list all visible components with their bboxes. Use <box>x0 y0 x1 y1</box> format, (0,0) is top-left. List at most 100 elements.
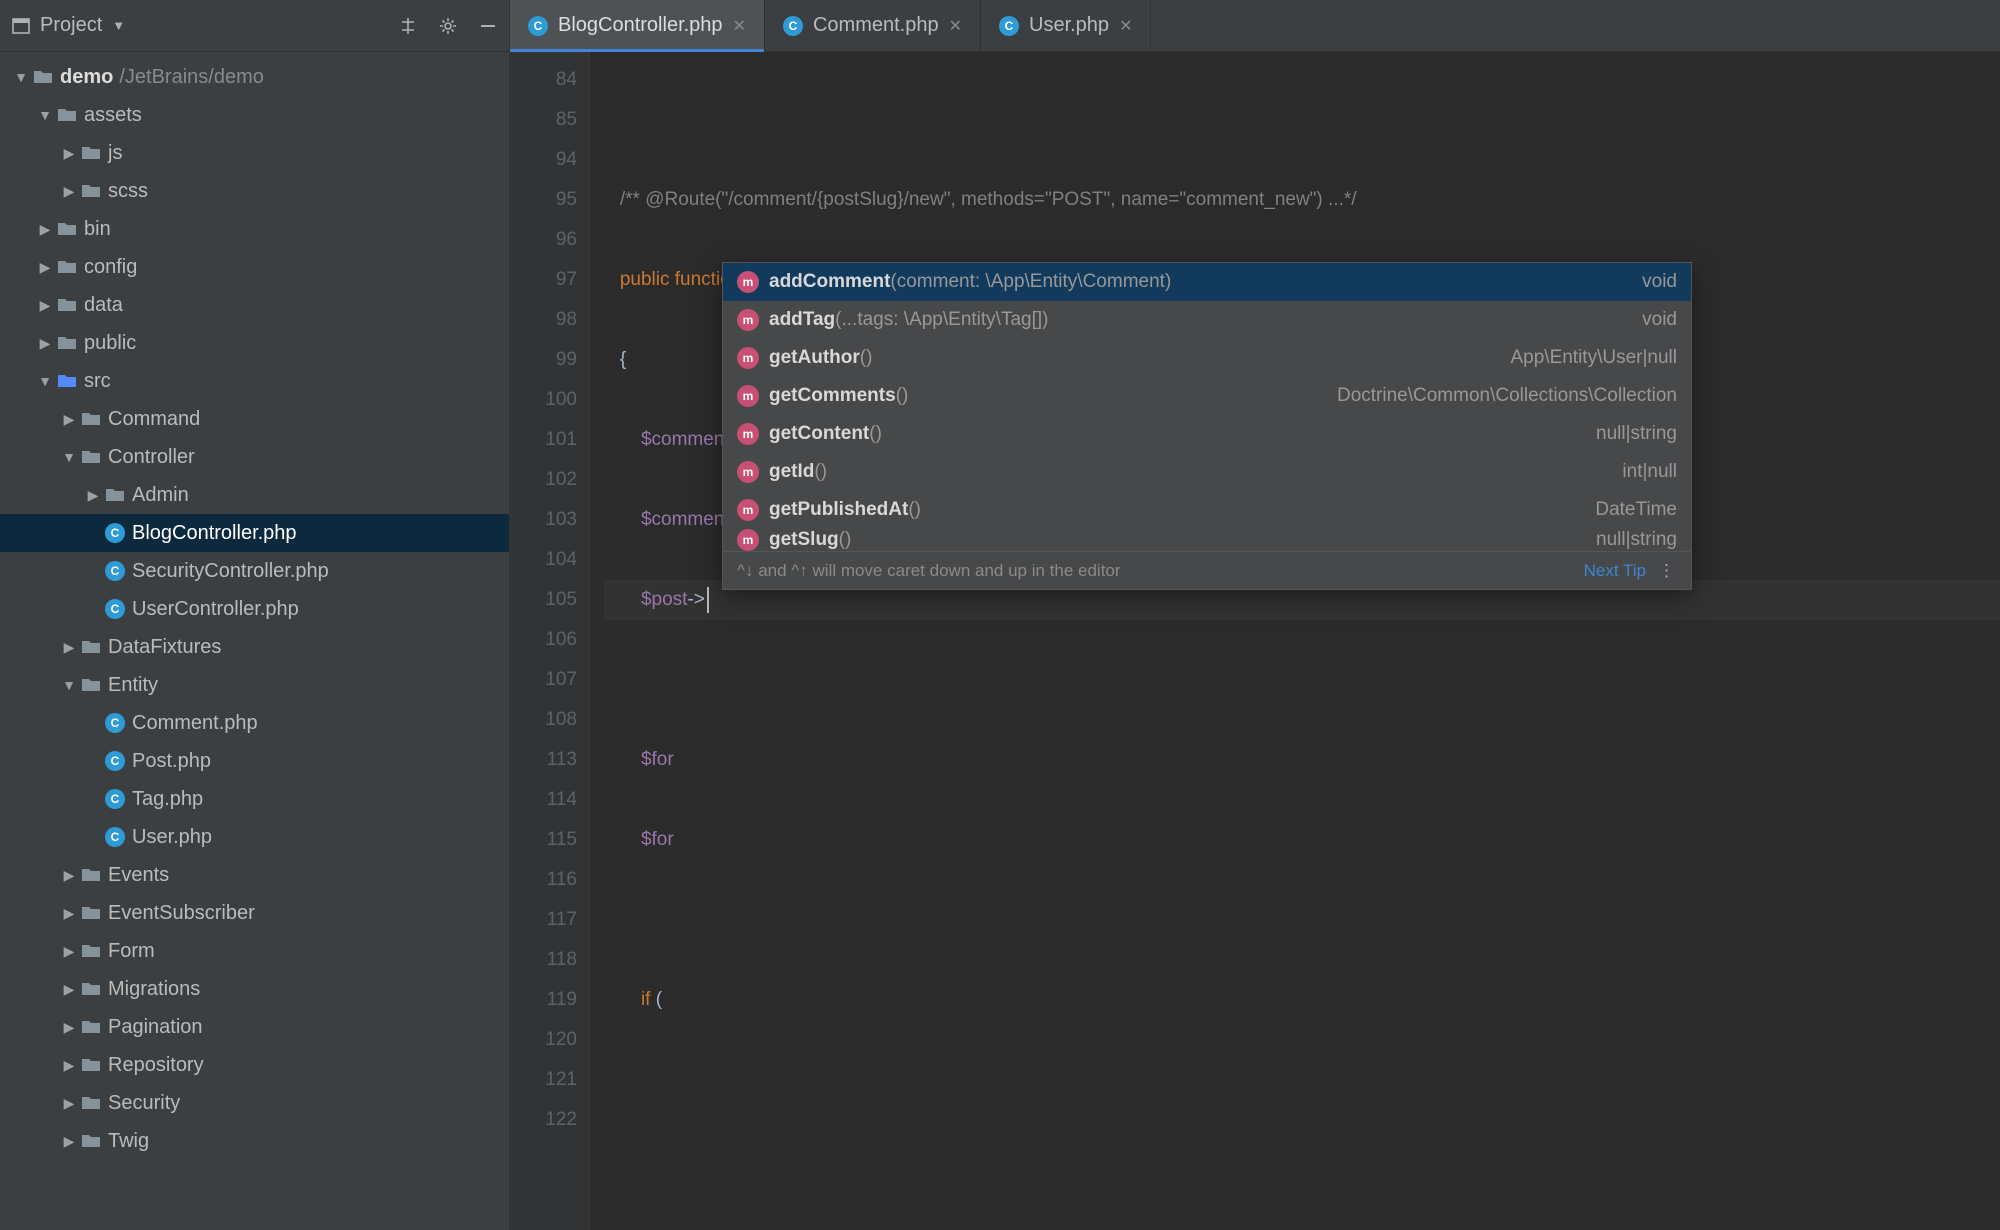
tree-item[interactable]: ▶bin <box>0 210 509 248</box>
folder-icon <box>80 636 102 658</box>
tree-item[interactable]: ▶Security <box>0 1084 509 1122</box>
method-icon: m <box>737 529 759 551</box>
close-icon[interactable]: ✕ <box>733 16 746 36</box>
project-sidebar: Project ▼ ▼ demo /JetBrains/demo ▼ assets… <box>0 0 510 1230</box>
close-icon[interactable]: ✕ <box>949 16 962 36</box>
tree-item[interactable]: ▶data <box>0 286 509 324</box>
completion-item[interactable]: mgetId()int|null <box>723 453 1691 491</box>
completion-item[interactable]: mgetContent()null|string <box>723 415 1691 453</box>
tree-label: js <box>108 142 122 165</box>
tree-item[interactable]: C Comment.php <box>0 704 509 742</box>
expand-arrow-icon[interactable]: ▶ <box>60 1095 78 1112</box>
expand-arrow-icon[interactable]: ▶ <box>36 221 54 238</box>
gutter-line: 84 <box>510 60 577 100</box>
completion-item[interactable]: mgetComments()Doctrine\Common\Collection… <box>723 377 1691 415</box>
editor-tab[interactable]: C BlogController.php ✕ <box>510 0 765 51</box>
tree-item[interactable]: ▼Controller <box>0 438 509 476</box>
tree-item[interactable]: ▶Form <box>0 932 509 970</box>
more-icon[interactable]: ⋮ <box>1658 551 1677 591</box>
expand-arrow-icon[interactable]: ▶ <box>60 411 78 428</box>
tree-item[interactable]: ▶config <box>0 248 509 286</box>
gutter-line: 104 <box>510 540 577 580</box>
tree-item[interactable]: CBlogController.php <box>0 514 509 552</box>
tree-item[interactable]: ▶scss <box>0 172 509 210</box>
expand-arrow-icon[interactable]: ▶ <box>60 943 78 960</box>
expand-arrow-icon[interactable]: ▶ <box>60 145 78 162</box>
tree-item[interactable]: CUser.php <box>0 818 509 856</box>
folder-icon <box>56 370 78 392</box>
gutter-line: 98 <box>510 300 577 340</box>
gear-icon[interactable] <box>435 13 461 39</box>
gutter-line: 107 <box>510 660 577 700</box>
class-icon: C <box>528 16 548 36</box>
tab-label: BlogController.php <box>558 14 723 37</box>
expand-arrow-icon[interactable]: ▶ <box>60 1019 78 1036</box>
hide-icon[interactable] <box>475 13 501 39</box>
expand-arrow-icon[interactable]: ▶ <box>60 639 78 656</box>
collapse-icon[interactable] <box>395 13 421 39</box>
tree-item[interactable]: CUserController.php <box>0 590 509 628</box>
tree-item[interactable]: ▶public <box>0 324 509 362</box>
gutter-line: 116 <box>510 860 577 900</box>
editor-tab[interactable]: CUser.php✕ <box>981 0 1151 51</box>
method-icon: m <box>737 309 759 331</box>
close-icon[interactable]: ✕ <box>1119 16 1132 36</box>
expand-arrow-icon[interactable]: ▼ <box>60 449 78 465</box>
sidebar-title[interactable]: Project <box>40 14 102 37</box>
tree-item[interactable]: ▶Command <box>0 400 509 438</box>
folder-icon <box>80 1130 102 1152</box>
expand-arrow-icon[interactable]: ▶ <box>36 297 54 314</box>
expand-arrow-icon[interactable]: ▼ <box>36 107 54 123</box>
class-icon: C <box>104 826 126 848</box>
tree-label: SecurityController.php <box>132 560 329 583</box>
tree-item[interactable]: ▼Entity <box>0 666 509 704</box>
folder-icon <box>80 1016 102 1038</box>
expand-arrow-icon[interactable]: ▶ <box>36 335 54 352</box>
tree-label: Comment.php <box>132 712 258 735</box>
expand-arrow-icon[interactable]: ▶ <box>60 1133 78 1150</box>
expand-arrow-icon[interactable]: ▶ <box>60 1057 78 1074</box>
completion-item[interactable]: mgetPublishedAt()DateTime <box>723 491 1691 529</box>
tree-item[interactable]: ▶EventSubscriber <box>0 894 509 932</box>
tree-label: Pagination <box>108 1016 203 1039</box>
tree-item[interactable]: ▶Migrations <box>0 970 509 1008</box>
tree-item[interactable]: ▶DataFixtures <box>0 628 509 666</box>
gutter-line: 115 <box>510 820 577 860</box>
tree-item[interactable]: ▶Twig <box>0 1122 509 1160</box>
tree-item[interactable]: ▶Repository <box>0 1046 509 1084</box>
tree-item[interactable]: ▼ assets <box>0 96 509 134</box>
expand-arrow-icon[interactable]: ▶ <box>60 905 78 922</box>
expand-arrow-icon[interactable]: ▶ <box>36 259 54 276</box>
project-icon <box>8 13 34 39</box>
completion-popup[interactable]: maddComment(comment: \App\Entity\Comment… <box>722 262 1692 590</box>
editor-tab[interactable]: CComment.php✕ <box>765 0 981 51</box>
tree-item[interactable]: ▼src <box>0 362 509 400</box>
expand-arrow-icon[interactable]: ▼ <box>60 677 78 693</box>
gutter-line: 118 <box>510 940 577 980</box>
tree-label: assets <box>84 104 142 127</box>
expand-arrow-icon[interactable]: ▶ <box>84 487 102 504</box>
expand-arrow-icon[interactable]: ▶ <box>60 867 78 884</box>
tree-item[interactable]: ▶ Pagination <box>0 1008 509 1046</box>
expand-arrow-icon[interactable]: ▶ <box>60 981 78 998</box>
tree-item[interactable]: CSecurityController.php <box>0 552 509 590</box>
code-editor[interactable]: /** @Route("/comment/{postSlug}/new", me… <box>590 52 2000 1230</box>
tree-item[interactable]: CPost.php <box>0 742 509 780</box>
gutter-line: 113 <box>510 740 577 780</box>
completion-item[interactable]: maddComment(comment: \App\Entity\Comment… <box>723 263 1691 301</box>
tree-item[interactable]: CTag.php <box>0 780 509 818</box>
completion-item[interactable]: mgetSlug()null|string <box>723 529 1691 551</box>
project-tree[interactable]: ▼ demo /JetBrains/demo ▼ assets ▶ js ▶scss▶b… <box>0 52 509 1230</box>
expand-arrow-icon[interactable]: ▶ <box>60 183 78 200</box>
tree-item[interactable]: ▶Admin <box>0 476 509 514</box>
next-tip-link[interactable]: Next Tip <box>1584 551 1646 591</box>
tree-label: Tag.php <box>132 788 203 811</box>
tree-item[interactable]: ▶ js <box>0 134 509 172</box>
chevron-down-icon[interactable]: ▼ <box>112 18 125 33</box>
completion-item[interactable]: mgetAuthor()App\Entity\User|null <box>723 339 1691 377</box>
completion-item[interactable]: maddTag(...tags: \App\Entity\Tag[])void <box>723 301 1691 339</box>
class-icon: C <box>104 712 126 734</box>
tree-item[interactable]: ▶Events <box>0 856 509 894</box>
tree-root[interactable]: ▼ demo /JetBrains/demo <box>0 58 509 96</box>
expand-arrow-icon[interactable]: ▼ <box>36 373 54 389</box>
